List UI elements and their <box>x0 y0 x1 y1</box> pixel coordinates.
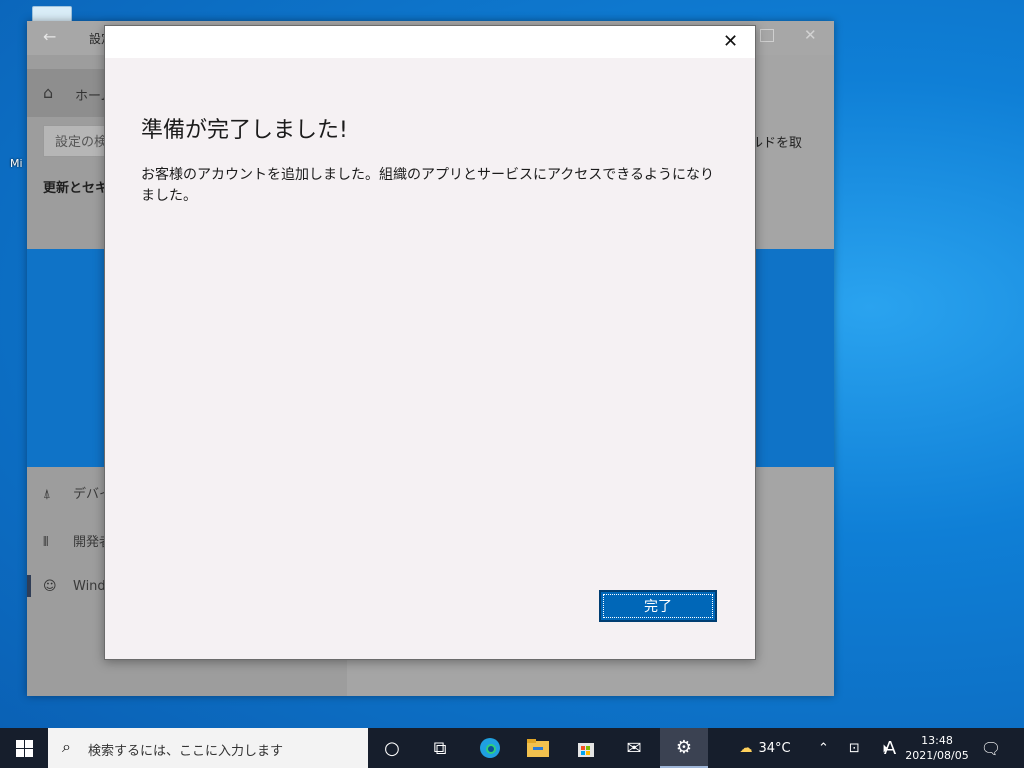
chevron-up-icon[interactable]: ⌃ <box>818 741 829 756</box>
action-center-button[interactable]: 🗨 <box>970 728 1012 768</box>
ime-indicator[interactable]: A <box>878 728 902 768</box>
clock-time: 13:48 <box>921 734 953 747</box>
section-title: 更新とセキ <box>43 181 109 196</box>
sidebar-item-windows-insider[interactable]: ☺ Wind <box>43 579 106 594</box>
task-view-button[interactable]: ⧉ <box>416 728 464 768</box>
start-button[interactable] <box>0 728 48 768</box>
sidebar-item-device[interactable]: ⍋ デバイ <box>43 483 112 502</box>
sidebar-item-label: Wind <box>73 579 106 594</box>
mail-icon: ✉ <box>626 737 642 759</box>
notification-icon: 🗨 <box>980 738 1002 758</box>
clock[interactable]: 13:48 2021/08/05 <box>900 728 974 768</box>
settings-close-icon[interactable]: ✕ <box>804 26 817 44</box>
developer-icon: ⫴ <box>43 535 49 550</box>
windows-logo-icon <box>15 739 33 757</box>
cloud-icon: ☁ <box>739 740 753 756</box>
taskbar: ⌕ 検索するには、ここに入力します ○ ⧉ ✉ ⚙ ☁ 34°C ⌃ ⊡ 🕨 A… <box>0 728 1024 768</box>
home-icon: ⌂ <box>43 83 54 102</box>
edge-button[interactable] <box>466 728 514 768</box>
close-icon[interactable]: ✕ <box>723 31 738 52</box>
sidebar-item-developer[interactable]: ⫴ 開発者 <box>43 531 112 550</box>
settings-search-placeholder: 設定の検 <box>55 135 108 150</box>
done-button[interactable]: 完了 <box>599 590 717 622</box>
edge-icon <box>480 738 500 758</box>
mail-button[interactable]: ✉ <box>610 728 658 768</box>
gear-icon: ⚙ <box>675 736 693 758</box>
weather-widget[interactable]: ☁ 34°C <box>730 728 800 768</box>
network-icon[interactable]: ⊡ <box>849 741 860 756</box>
search-icon: ⌕ <box>62 737 71 756</box>
store-button[interactable] <box>562 728 610 768</box>
content-text: ルドを取 <box>750 136 803 151</box>
selection-indicator <box>27 575 31 597</box>
dialog-titlebar <box>105 26 755 58</box>
device-icon: ⍋ <box>43 487 51 502</box>
weather-temp: 34°C <box>758 740 791 756</box>
windows-insider-icon: ☺ <box>43 579 57 594</box>
taskbar-search-placeholder: 検索するには、ここに入力します <box>88 744 284 759</box>
store-icon <box>578 743 594 757</box>
clock-date: 2021/08/05 <box>905 749 969 762</box>
file-explorer-button[interactable] <box>514 728 562 768</box>
cortana-icon: ○ <box>384 737 400 759</box>
desktop-icon-label: Mi <box>10 157 23 170</box>
account-added-dialog: ✕ 準備が完了しました! お客様のアカウントを追加しました。組織のアプリとサービ… <box>104 25 756 660</box>
settings-taskbar-button[interactable]: ⚙ <box>660 728 708 768</box>
cortana-button[interactable]: ○ <box>368 728 416 768</box>
maximize-icon[interactable] <box>760 29 774 42</box>
task-view-icon: ⧉ <box>433 737 447 759</box>
taskbar-search-input[interactable]: ⌕ 検索するには、ここに入力します <box>48 728 368 768</box>
back-arrow-icon[interactable]: ← <box>43 27 56 46</box>
dialog-message: お客様のアカウントを追加しました。組織のアプリとサービスにアクセスできるようにな… <box>141 167 715 204</box>
dialog-heading: 準備が完了しました! <box>141 118 348 143</box>
folder-icon <box>527 739 549 757</box>
